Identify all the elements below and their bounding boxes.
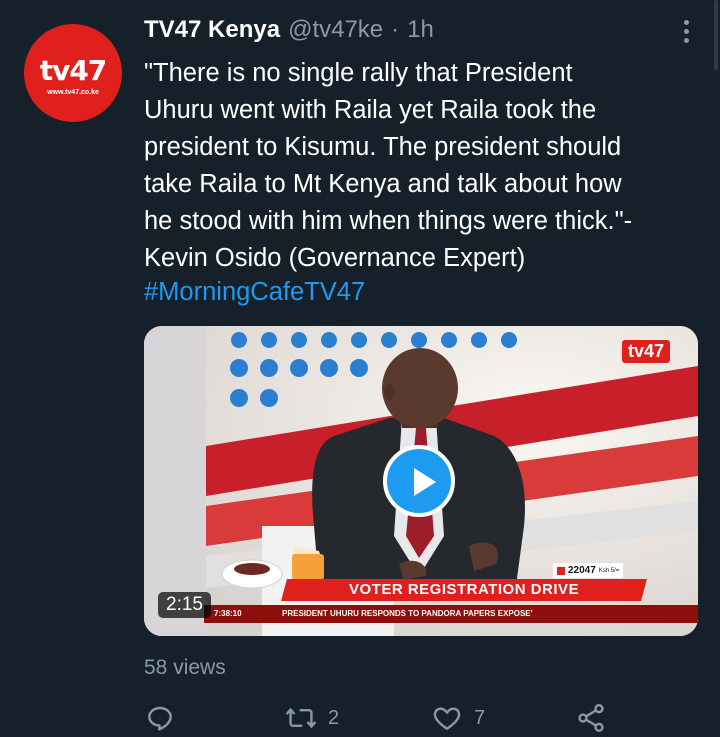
counter-value: 22047 [568,565,596,576]
channel-logo: tv47 [621,340,670,363]
like-button[interactable]: 7 [430,702,485,734]
account-handle[interactable]: @tv47ke [288,16,383,44]
scrollbar-thumb[interactable] [714,0,718,70]
tweet-actions: 2 7 [144,702,704,737]
ticker-text: PRESIDENT UHURU RESPONDS TO PANDORA PAPE… [282,609,533,618]
reply-button[interactable] [144,702,186,734]
lower-third-title: VOTER REGISTRATION DRIVE [348,581,580,598]
heart-icon [433,707,461,730]
play-icon [414,468,436,496]
retweet-button[interactable]: 2 [284,702,339,734]
counter-unit: Ksh 5/= [598,567,620,574]
tweet-text: "There is no single rally that President… [144,59,633,272]
share-button[interactable] [574,702,608,734]
scrollbar[interactable] [712,0,720,737]
tweet-time[interactable]: 1h [407,16,434,44]
video-duration-badge: 2:15 [158,592,211,618]
counter-icon [557,566,565,575]
viewer-counter: 22047 Ksh 5/= [553,563,624,578]
tweet-header: TV47 Kenya @tv47ke · 1h [144,16,434,50]
play-button[interactable] [383,445,455,517]
view-count: 58 views [144,656,226,679]
avatar-url-text: www.tv47.co.ke [47,89,99,96]
lower-third-banner: VOTER REGISTRATION DRIVE [281,579,647,601]
meta-separator: · [391,16,400,43]
hashtag-link[interactable]: #MorningCafeTV47 [144,278,365,307]
account-name[interactable]: TV47 Kenya [144,16,280,44]
retweet-icon [285,707,317,729]
share-icon [578,704,604,732]
avatar[interactable]: tv47 www.tv47.co.ke [24,24,122,122]
retweet-count: 2 [328,706,340,729]
news-ticker: 7:38:10 PRESIDENT UHURU RESPONDS TO PAND… [204,605,698,623]
reply-icon [148,706,172,731]
like-count: 7 [474,706,486,729]
ticker-clock: 7:38:10 [214,609,242,618]
avatar-logo-text: tv47 [39,54,108,87]
video-player[interactable]: tv47 22047 Ksh 5/= VOTER REGISTRATION DR… [144,326,698,636]
more-options-icon[interactable] [682,20,690,46]
